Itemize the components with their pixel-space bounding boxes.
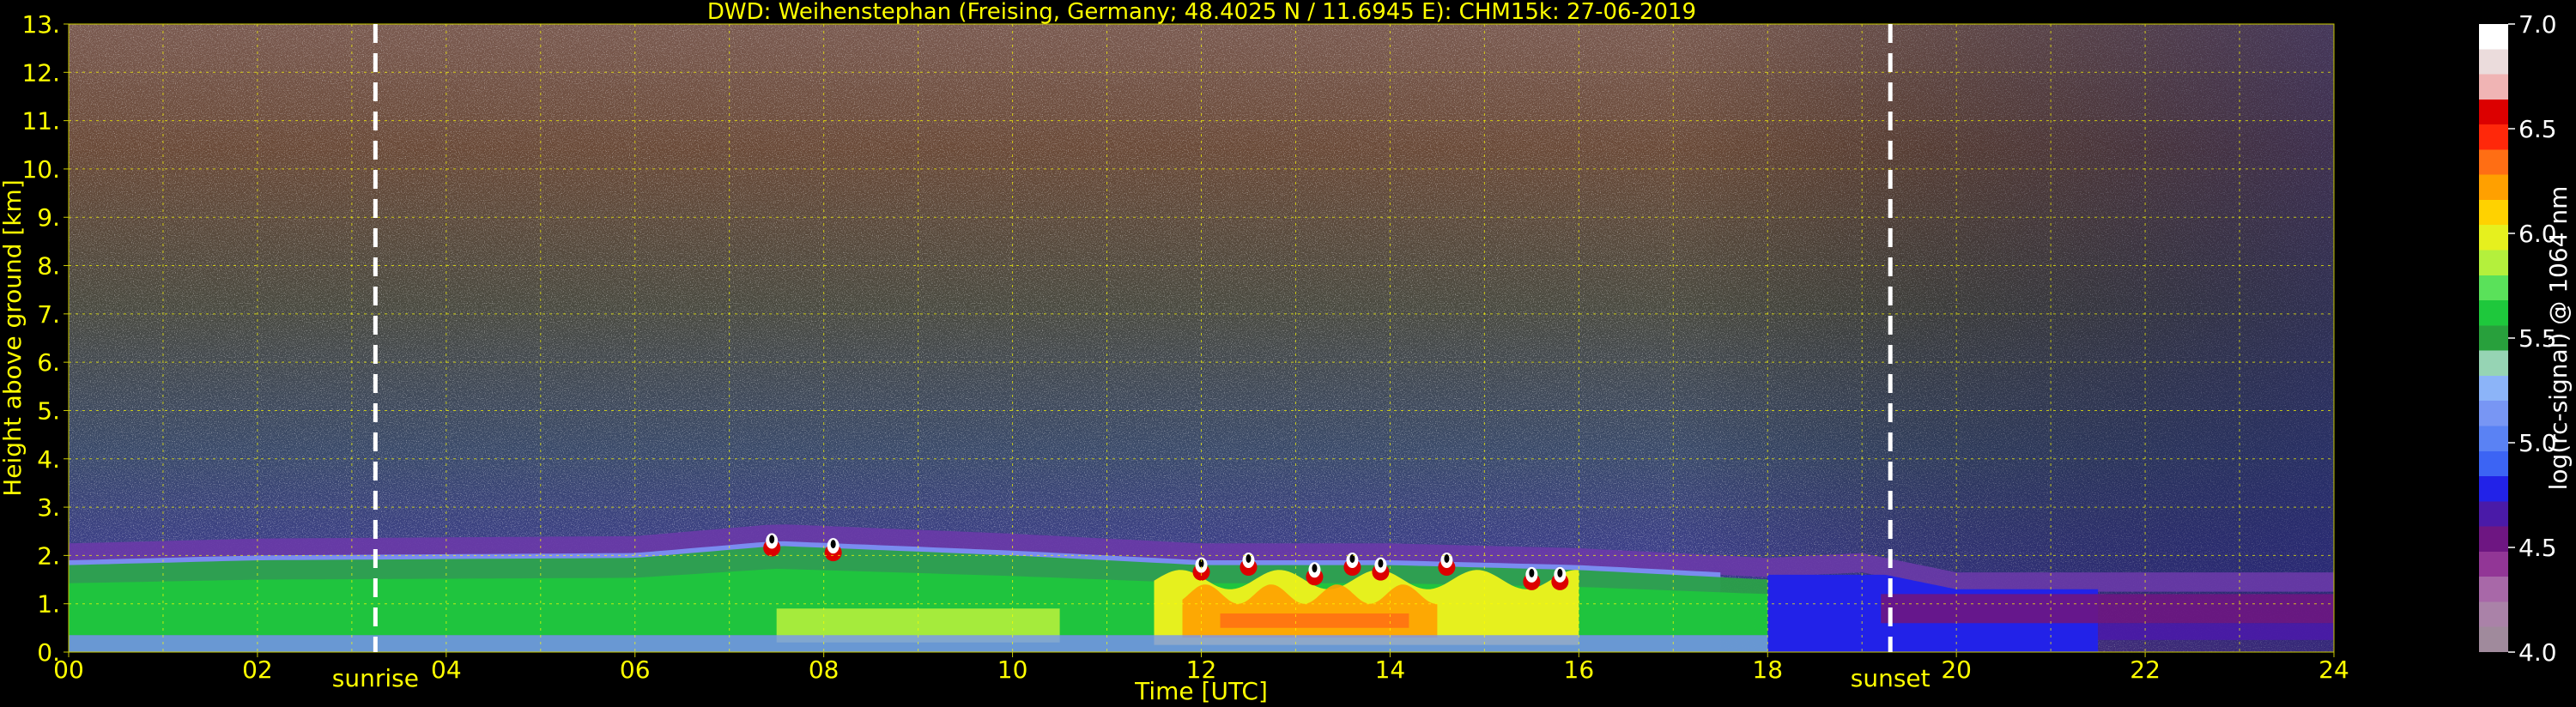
night-blue-band: [2098, 623, 2334, 640]
y-tick-label: 4.: [37, 445, 60, 474]
cloud-core-mark: [1444, 554, 1450, 564]
colorbar-tick-label: 4.0: [2518, 638, 2557, 667]
y-tick-label: 7.: [37, 300, 60, 329]
cloud-core-mark: [1529, 568, 1535, 577]
x-tick-label: 22: [2130, 656, 2161, 684]
x-tick-label: 00: [53, 656, 84, 684]
y-tick-label: 12.: [21, 58, 60, 87]
y-tick-label: 5.: [37, 396, 60, 425]
x-tick-label: 06: [620, 656, 651, 684]
x-tick-label: 18: [1752, 656, 1783, 684]
y-tick-label: 10.: [21, 155, 60, 184]
y-tick-label: 11.: [21, 107, 60, 136]
y-axis-ticks: 0.1.2.3.4.5.6.7.8.9.10.11.12.13.: [21, 10, 69, 667]
y-tick-label: 6.: [37, 348, 60, 377]
x-tick-label: 16: [1564, 656, 1595, 684]
x-tick-label: 14: [1375, 656, 1406, 684]
y-tick-label: 3.: [37, 493, 60, 522]
x-tick-label: 04: [431, 656, 462, 684]
x-axis-label: Time [UTC]: [1134, 677, 1268, 705]
colorbar-tick-label: 4.5: [2518, 534, 2557, 562]
cloud-core-mark: [830, 540, 836, 549]
sunset-label: sunset: [1851, 664, 1930, 692]
x-tick-label: 24: [2318, 656, 2349, 684]
y-tick-label: 8.: [37, 252, 60, 281]
colorbar: 4.04.55.05.56.06.57.0 log(rc-signal) @ 1…: [2479, 10, 2573, 667]
cloud-core-mark: [769, 535, 775, 544]
chart-title: DWD: Weihenstephan (Freising, Germany; 4…: [707, 0, 1696, 25]
colorbar-scale: [2479, 24, 2508, 652]
x-tick-label: 02: [242, 656, 273, 684]
sunrise-label: sunrise: [332, 664, 419, 692]
x-tick-label: 08: [809, 656, 839, 684]
colorbar-label: log(rc-signal) @ 1064 nm: [2544, 186, 2573, 491]
plot-area: [69, 24, 2334, 652]
x-tick-label: 10: [997, 656, 1028, 684]
y-axis-label: Height above ground [km]: [0, 179, 27, 497]
cloud-core-mark: [1312, 564, 1318, 573]
colorbar-tick-label: 7.0: [2518, 10, 2557, 39]
aerosol-red-band: [1220, 613, 1409, 628]
y-tick-label: 13.: [21, 10, 60, 39]
y-tick-label: 9.: [37, 203, 60, 232]
x-tick-label: 20: [1941, 656, 1972, 684]
night-purple-band: [1881, 594, 2334, 624]
y-tick-label: 2.: [37, 541, 60, 570]
y-tick-label: 1.: [37, 590, 60, 619]
colorbar-tick-label: 6.5: [2518, 115, 2557, 143]
ceilometer-chart: sunrise sunset 0.1.2.3.4.5.6.7.8.9.10.11.…: [0, 0, 2573, 705]
cloud-core-mark: [1557, 568, 1563, 577]
cloud-core-mark: [1378, 559, 1384, 568]
